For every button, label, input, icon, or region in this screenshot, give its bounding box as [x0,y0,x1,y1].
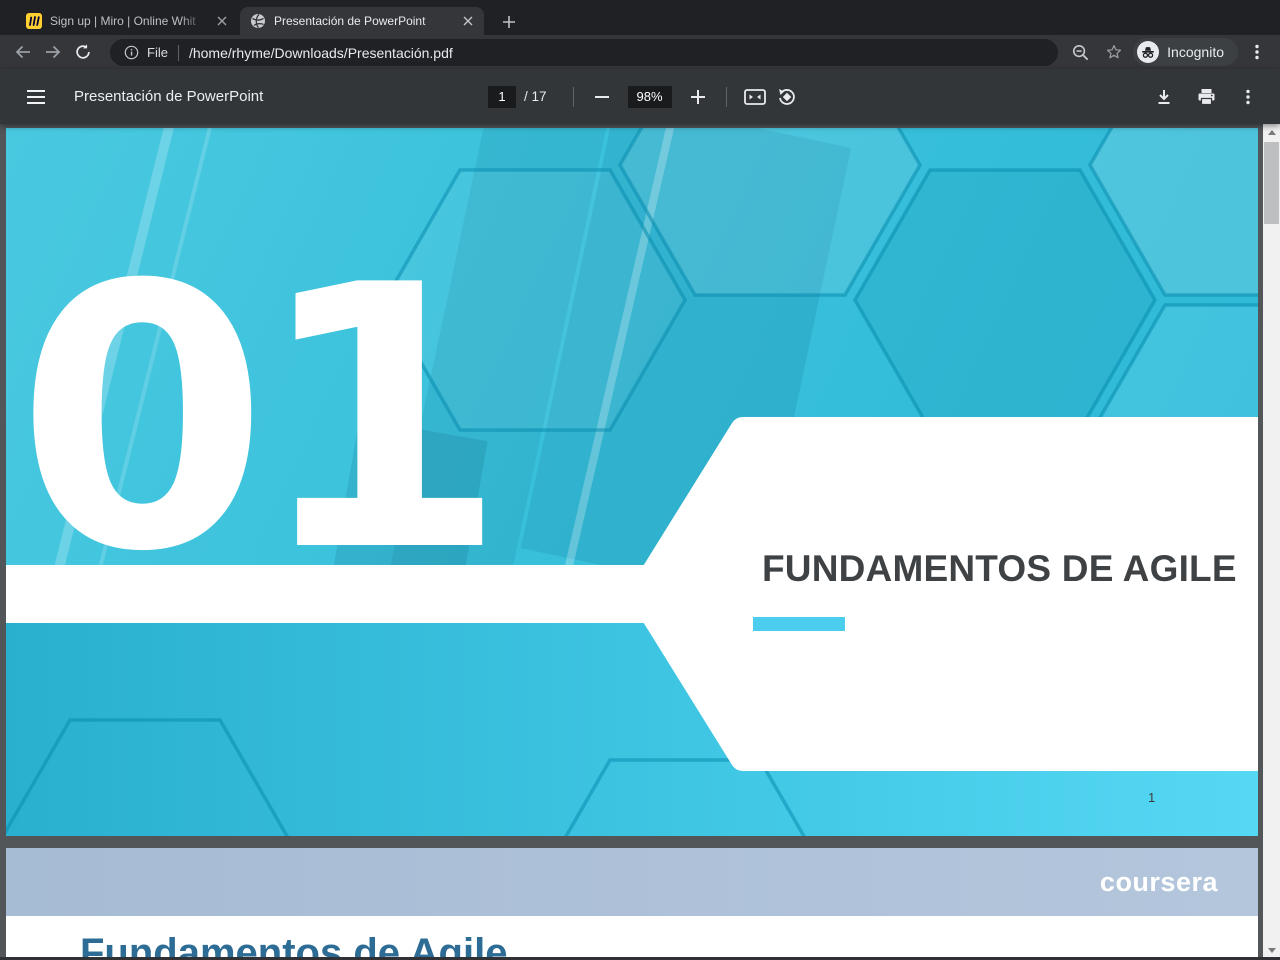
minus-icon [594,95,609,98]
url-separator [177,44,179,61]
zoom-in-button[interactable] [682,81,714,113]
pdf-viewport[interactable]: 01 FUNDAMENTOS DE AGILE 1 coursera Funda… [0,124,1263,960]
incognito-icon [1137,41,1160,63]
plus-icon [503,16,515,28]
browser-menu-button[interactable] [1242,38,1272,66]
star-icon [1107,45,1122,59]
toolbar-divider [572,86,574,107]
incognito-badge: Incognito [1133,38,1238,66]
coursera-logo: coursera [1099,866,1218,897]
vertical-scrollbar[interactable] [1263,124,1280,960]
scroll-down-button[interactable] [1263,942,1280,958]
forward-icon [46,45,61,59]
zoom-level-field[interactable]: 98% [627,85,672,108]
tab-close-icon[interactable] [460,13,476,29]
slide-page-number: 1 [1148,790,1156,805]
tab-presentacion-pdf[interactable]: Presentación de PowerPoint [240,7,484,35]
page-count-label: / 17 [524,89,547,104]
info-icon[interactable] [124,45,139,60]
page-zoom-button[interactable] [1065,38,1095,66]
browser-toolbar: File /home/rhyme/Downloads/Presentación.… [0,35,1280,69]
url-scheme-label: File [147,45,168,60]
page2-header-band: coursera [6,848,1258,916]
triangle-down-icon [1267,947,1276,953]
fit-width-icon [743,88,766,105]
page-number-input[interactable]: 1 [488,85,516,108]
pdf-page-1: 01 FUNDAMENTOS DE AGILE 1 [6,128,1258,836]
scroll-up-button[interactable] [1263,124,1280,140]
zoom-out-magnifier-icon [1072,44,1088,60]
plus-icon [690,89,705,104]
title-callout-shape [6,417,1258,771]
print-button[interactable] [1190,81,1222,113]
toolbar-divider [725,86,727,107]
page2-heading: Fundamentos de Agile [80,931,508,960]
slide-title: FUNDAMENTOS DE AGILE [762,548,1237,589]
kebab-menu-icon [1255,44,1259,60]
rotate-ccw-icon [778,88,795,105]
reload-icon [76,44,90,59]
print-icon [1198,88,1214,105]
pdf-toolbar: Presentación de PowerPoint 1 / 17 98% [0,69,1280,124]
pdf-page-2: coursera Fundamentos de Agile [6,848,1258,960]
triangle-up-icon [1267,129,1276,135]
hamburger-icon [27,89,45,104]
tab-title: Sign up | Miro | Online Whit [50,14,196,28]
back-icon [15,45,30,59]
rotate-button[interactable] [771,81,803,113]
bookmark-button[interactable] [1099,38,1129,66]
reload-button[interactable] [68,38,98,66]
download-icon [1158,89,1170,104]
download-button[interactable] [1148,81,1180,113]
new-tab-button[interactable] [496,9,522,35]
scrollbar-thumb[interactable] [1264,142,1279,224]
tab-title: Presentación de PowerPoint [274,14,426,28]
globe-favicon [251,13,265,29]
tab-strip: Sign up | Miro | Online Whit Presentació… [0,0,1280,35]
title-accent-bar [753,617,845,631]
pdf-more-options-button[interactable] [1232,81,1264,113]
pdf-document-title: Presentación de PowerPoint [74,88,264,105]
zoom-out-button[interactable] [586,81,618,113]
incognito-label: Incognito [1167,44,1224,60]
tab-close-icon[interactable] [214,13,230,29]
browser-window: Sign up | Miro | Online Whit Presentació… [0,0,1280,960]
kebab-menu-icon [1246,89,1250,104]
back-button[interactable] [8,38,38,66]
forward-button[interactable] [38,38,68,66]
miro-favicon [26,13,42,29]
url-text: /home/rhyme/Downloads/Presentación.pdf [188,44,453,61]
address-bar[interactable]: File /home/rhyme/Downloads/Presentación.… [110,39,1058,66]
fit-to-width-button[interactable] [739,81,771,113]
tab-miro[interactable]: Sign up | Miro | Online Whit [16,7,238,35]
pdf-menu-button[interactable] [20,81,52,113]
